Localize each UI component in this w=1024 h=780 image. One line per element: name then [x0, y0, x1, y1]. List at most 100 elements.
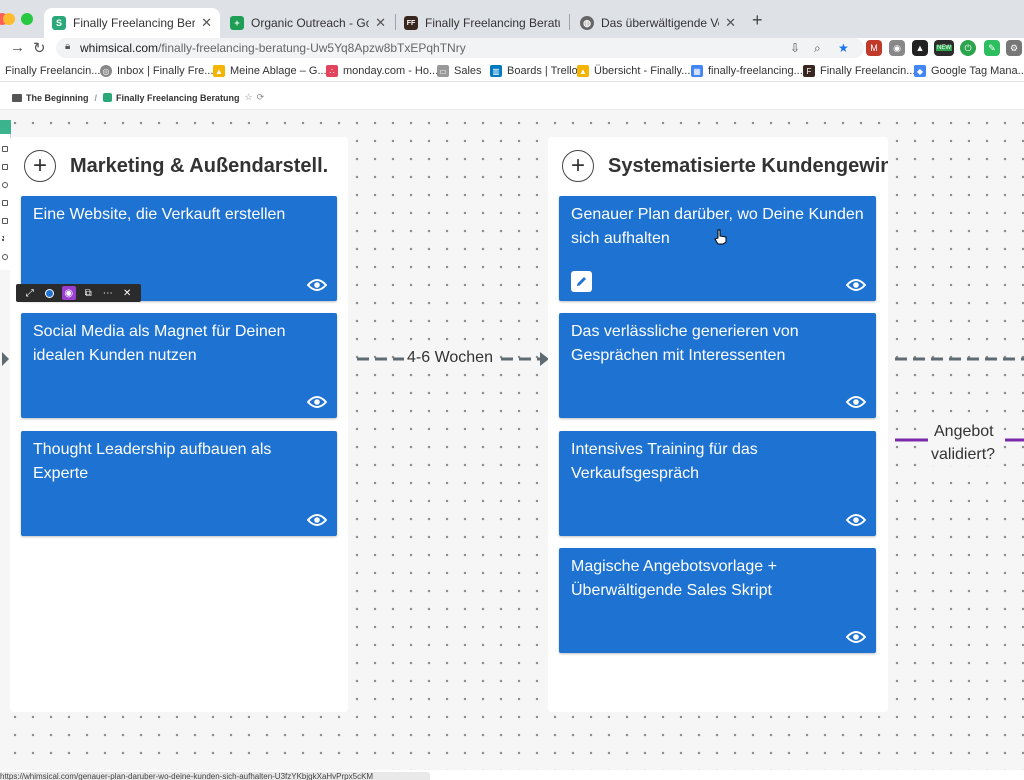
question-label-line: Angebot: [934, 423, 994, 440]
tab-title: Finally Freelancing Beratung: [73, 16, 196, 30]
breadcrumb: The Beginning / Finally Freelancing Bera…: [12, 92, 264, 103]
star-icon[interactable]: ☆: [245, 92, 253, 103]
eye-icon[interactable]: [307, 395, 327, 409]
card[interactable]: Das verlässliche generieren von Gespräch…: [559, 313, 876, 418]
zoom-icon[interactable]: ⌕: [814, 41, 821, 56]
eye-icon[interactable]: [846, 630, 866, 644]
card-text: Intensives Training für das Verkaufsgesp…: [571, 441, 758, 482]
monday-icon: ∴: [326, 65, 338, 77]
column-title[interactable]: Marketing & Außendarstell.: [70, 155, 328, 178]
card[interactable]: Magische Angebotsvorlage + Überwältigend…: [559, 548, 876, 653]
bookmark-item[interactable]: ◆ Google Tag Mana...: [914, 65, 1024, 77]
app-header: The Beginning / Finally Freelancing Bera…: [0, 82, 1024, 110]
calendar-icon: ▦: [691, 65, 703, 77]
eye-icon[interactable]: [846, 278, 866, 292]
rail-tool-icon[interactable]: [2, 218, 8, 224]
eye-toggle-icon[interactable]: ◉: [61, 286, 76, 300]
address-bar[interactable]: 🔒︎ whimsical.com/finally-freelancing-ber…: [56, 38, 864, 58]
tab-title: Das überwältigende Verkaufss: [601, 16, 719, 30]
add-card-button[interactable]: +: [24, 150, 56, 182]
rail-tool-icon[interactable]: [2, 182, 8, 188]
bookmark-item[interactable]: ▦ finally-freelancing...: [691, 65, 803, 77]
edit-pencil-icon[interactable]: [571, 271, 592, 292]
bookmarks-bar: Finally Freelancin... ◎ Inbox | Finally F…: [0, 60, 1024, 82]
more-icon[interactable]: ⋯: [101, 286, 115, 300]
eye-icon[interactable]: [307, 278, 327, 292]
eye-icon[interactable]: [307, 513, 327, 527]
duplicate-icon[interactable]: ⧉: [81, 286, 95, 300]
card-text: Magische Angebotsvorlage + Überwältigend…: [571, 558, 777, 599]
evernote-icon[interactable]: ✎: [984, 40, 1000, 56]
rail-tool-icon[interactable]: [2, 254, 8, 260]
extension-red-icon[interactable]: M: [866, 40, 882, 56]
card[interactable]: Intensives Training für das Verkaufsgesp…: [559, 431, 876, 536]
question-label-line: validiert?: [931, 446, 996, 463]
bookmark-item[interactable]: Finally Freelancin...: [5, 65, 100, 77]
breadcrumb-item[interactable]: The Beginning: [26, 93, 89, 103]
globe-icon: ◍: [580, 16, 594, 30]
bookmark-item[interactable]: ▲ Meine Ablage – G...: [213, 65, 327, 77]
bookmark-item[interactable]: ▲ Übersicht - Finally...: [577, 65, 690, 77]
expand-icon[interactable]: ⤢: [23, 286, 37, 300]
close-tab-icon[interactable]: ✕: [375, 15, 386, 31]
close-icon[interactable]: ✕: [120, 286, 134, 300]
extension-new-icon[interactable]: NEW: [934, 40, 954, 56]
card[interactable]: Social Media als Magnet für Deinen ideal…: [21, 313, 337, 418]
eye-icon[interactable]: [846, 395, 866, 409]
sync-icon: ⟳: [256, 92, 265, 102]
card-text: Eine Website, die Verkauft erstellen: [33, 206, 286, 223]
close-tab-icon[interactable]: ✕: [725, 15, 736, 31]
tag-manager-icon: ◆: [914, 65, 926, 77]
column-title[interactable]: Systematisierte Kundengewinnung: [608, 155, 888, 178]
tab-finally-freelancing-beratung[interactable]: S Finally Freelancing Beratung ✕: [44, 8, 220, 38]
rail-tool-icon[interactable]: [2, 146, 8, 152]
extension-green-icon[interactable]: ⏻: [960, 40, 976, 56]
new-tab-button[interactable]: +: [752, 10, 763, 31]
google-sheets-icon: +: [230, 16, 244, 30]
tab-finally-freelancing-beratung-2[interactable]: FF Finally Freelancing Beratung: [396, 8, 568, 38]
breadcrumb-separator: /: [94, 92, 98, 103]
card-text: Social Media als Magnet für Deinen ideal…: [33, 323, 286, 364]
card[interactable]: Genauer Plan darüber, wo Deine Kunden si…: [559, 196, 876, 301]
extension-dark-icon[interactable]: ▲: [912, 40, 928, 56]
browser-tab-bar: S Finally Freelancing Beratung ✕ + Organ…: [0, 0, 1024, 38]
whimsical-icon: S: [52, 16, 66, 30]
tab-das-ueberwaeltigende[interactable]: ◍ Das überwältigende Verkaufss ✕: [572, 8, 744, 38]
folder-icon: ▭: [437, 65, 449, 77]
camera-icon[interactable]: ◉: [889, 40, 905, 56]
bookmark-item[interactable]: ▭ Sales: [437, 65, 482, 77]
eye-icon[interactable]: [846, 513, 866, 527]
puzzle-icon[interactable]: ⚙: [1006, 40, 1022, 56]
rail-tool-icon[interactable]: [2, 200, 8, 206]
bookmark-item[interactable]: ∴ monday.com - Ho...: [326, 65, 438, 77]
card[interactable]: Thought Leadership aufbauen als Experte: [21, 431, 337, 536]
breadcrumb-item[interactable]: Finally Freelancing Beratung: [116, 93, 240, 103]
bookmark-item[interactable]: ▥ Boards | Trello: [490, 65, 578, 77]
bookmark-star-icon[interactable]: ★: [838, 41, 849, 55]
card-floating-toolbar: ⤢ ◉ ⧉ ⋯ ✕: [16, 284, 141, 302]
minimize-window-button[interactable]: [3, 13, 15, 25]
bookmark-item[interactable]: ◎ Inbox | Finally Fre...: [100, 65, 213, 77]
link-status-bar: https://whimsical.com/genauer-plan-darub…: [0, 772, 430, 780]
close-tab-icon[interactable]: ✕: [201, 15, 212, 31]
bookmark-item[interactable]: F Finally Freelancin...: [803, 65, 915, 77]
reload-button[interactable]: ↻: [33, 39, 46, 57]
add-card-button[interactable]: +: [562, 150, 594, 182]
question-label[interactable]: Angebot validiert?: [928, 420, 999, 466]
color-picker-icon[interactable]: [42, 286, 56, 300]
install-icon[interactable]: ⇩: [790, 41, 800, 55]
timeframe-label[interactable]: 4-6 Wochen: [404, 349, 496, 367]
url-host: whimsical.com: [80, 41, 159, 55]
google-drive-icon: ▲: [213, 65, 225, 77]
forward-button[interactable]: →: [10, 39, 25, 56]
ff-icon: F: [803, 65, 815, 77]
column-header: + Systematisierte Kundengewinnung: [562, 150, 888, 182]
maximize-window-button[interactable]: [21, 13, 33, 25]
rail-tool-icon[interactable]: [2, 164, 8, 170]
rail-tool-icon[interactable]: [2, 236, 8, 242]
left-edge-arrow-icon: [2, 352, 9, 366]
tab-organic-outreach[interactable]: + Organic Outreach - Google Tab ✕: [222, 8, 394, 38]
rail-top-button[interactable]: [0, 120, 11, 134]
folder-icon: [12, 93, 22, 102]
google-drive-icon: ▲: [577, 65, 589, 77]
